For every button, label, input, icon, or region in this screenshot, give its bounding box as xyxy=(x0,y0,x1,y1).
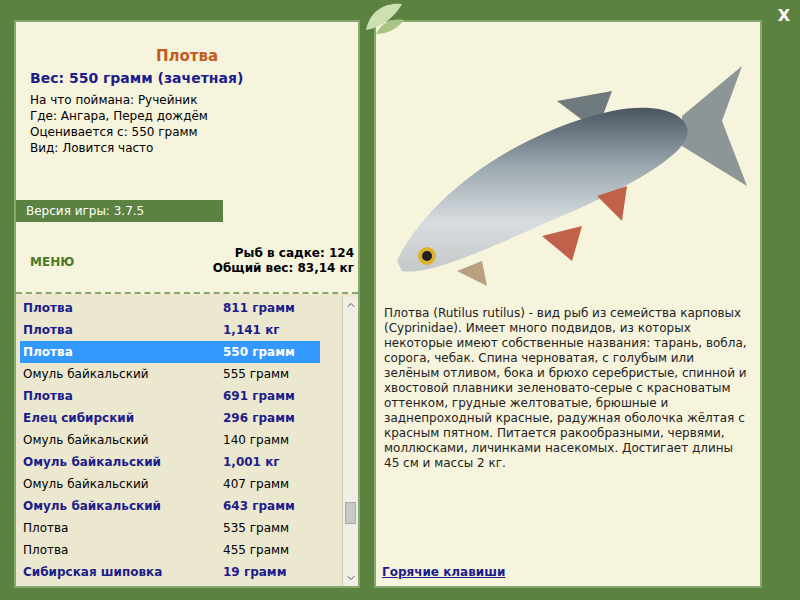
game-window: X ПлотваВес: 550 грамм (зачетная) На что п… xyxy=(0,0,800,600)
fish-detail: На что поймана: Ручейник xyxy=(30,92,358,108)
fish-weight: Вес: 550 грамм (зачетная) xyxy=(16,68,358,88)
fish-card: ПлотваВес: 550 грамм (зачетная) На что по… xyxy=(16,22,358,294)
stat-line: Общий вес: 83,14 кг xyxy=(213,261,354,276)
catch-row[interactable]: Омуль байкальский1,001 кг xyxy=(20,451,320,473)
stat-line: Рыб в садке: 124 xyxy=(235,246,354,261)
catch-row[interactable]: Омуль байкальский555 грамм xyxy=(20,363,320,385)
catch-row[interactable]: Плотва455 грамм xyxy=(20,539,320,561)
catch-list: Плотва811 граммПлотва1,141 кгПлотва550 г… xyxy=(16,294,358,586)
close-button[interactable]: X xyxy=(778,6,790,26)
fish-picture xyxy=(376,22,760,306)
catch-row[interactable]: Сибирская шиповка19 грамм xyxy=(20,561,320,583)
catch-row[interactable]: Плотва691 грамм xyxy=(20,385,320,407)
scroll-up-icon[interactable] xyxy=(343,297,358,313)
scroll-thumb[interactable] xyxy=(345,502,356,524)
version-bar: Версия игры: 3.7.5 xyxy=(16,200,223,222)
scrollbar[interactable] xyxy=(342,297,358,586)
menu-button[interactable]: МЕНЮ xyxy=(30,254,74,270)
catch-row[interactable]: Елец сибирский296 грамм xyxy=(20,407,320,429)
fish-icon xyxy=(382,46,752,296)
catch-row[interactable]: Омуль байкальский140 грамм xyxy=(20,429,320,451)
hotkeys-link[interactable]: Горячие клавиши xyxy=(376,564,760,580)
right-panel: Плотва (Rutilus rutilus) - вид рыб из се… xyxy=(374,20,762,588)
catch-row[interactable]: Плотва1,141 кг xyxy=(20,319,320,341)
fish-detail: Оценивается с: 550 грамм xyxy=(30,124,358,140)
leaf-logo-icon xyxy=(362,0,408,36)
fish-detail: Вид: Ловится часто xyxy=(30,140,358,156)
catch-row[interactable]: Плотва535 грамм xyxy=(20,517,320,539)
fish-description: Плотва (Rutilus rutilus) - вид рыб из се… xyxy=(376,306,760,471)
left-panel: ПлотваВес: 550 грамм (зачетная) На что по… xyxy=(14,20,360,588)
catch-row[interactable]: Плотва550 грамм xyxy=(20,341,320,363)
catch-row[interactable]: Плотва811 грамм xyxy=(20,297,320,319)
fish-detail: Где: Ангара, Перед дождём xyxy=(30,108,358,124)
catch-row[interactable]: Омуль байкальский407 грамм xyxy=(20,473,320,495)
scroll-down-icon[interactable] xyxy=(343,570,358,586)
fish-title: Плотва xyxy=(16,22,358,66)
catch-row[interactable]: Омуль байкальский643 грамм xyxy=(20,495,320,517)
